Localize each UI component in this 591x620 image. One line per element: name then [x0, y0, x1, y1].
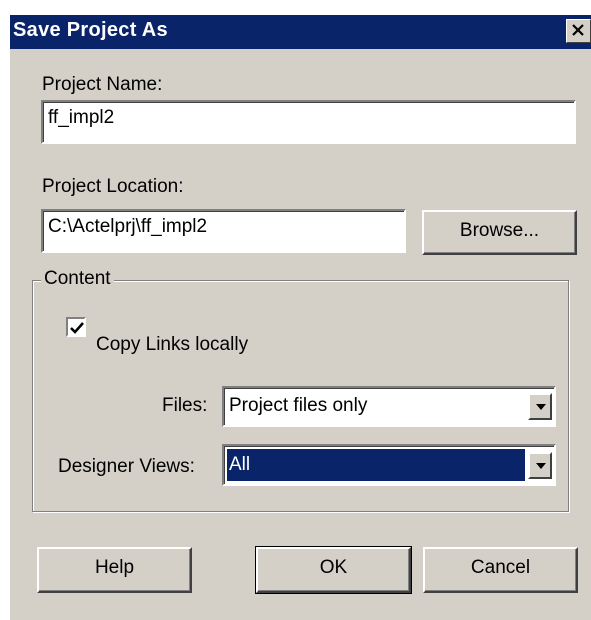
- browse-button-label: Browse...: [459, 220, 540, 241]
- selected-highlight: [227, 449, 525, 481]
- project-name-value: ff_impl2: [48, 107, 115, 128]
- designer-views-dropdown-button[interactable]: [528, 452, 552, 479]
- files-select[interactable]: Project files only: [222, 386, 556, 427]
- title-bar[interactable]: Save Project As: [10, 15, 591, 49]
- cancel-button[interactable]: Cancel: [423, 547, 578, 593]
- dialog-title: Save Project As: [13, 19, 168, 41]
- copy-links-checkbox[interactable]: [66, 317, 86, 337]
- checkmark-icon: [70, 322, 84, 334]
- designer-views-selected-value: All: [229, 454, 251, 475]
- browse-button[interactable]: Browse...: [422, 210, 577, 255]
- ok-button-label: OK: [319, 557, 348, 578]
- designer-views-select[interactable]: All: [222, 444, 556, 486]
- files-selected-value: Project files only: [229, 395, 368, 416]
- content-group-legend: Content: [41, 268, 114, 290]
- copy-links-label[interactable]: Copy Links locally: [96, 334, 248, 356]
- files-label: Files:: [162, 395, 208, 416]
- cancel-button-label: Cancel: [470, 557, 531, 578]
- chevron-down-icon: [536, 404, 546, 410]
- project-location-label: Project Location:: [42, 176, 184, 197]
- close-button[interactable]: [566, 19, 591, 43]
- project-location-value: C:\Actelprj\ff_impl2: [48, 216, 208, 237]
- ok-button[interactable]: OK: [255, 546, 412, 594]
- chevron-down-icon: [536, 463, 546, 469]
- files-dropdown-button[interactable]: [528, 393, 552, 420]
- project-name-input[interactable]: ff_impl2: [41, 100, 576, 144]
- project-name-label: Project Name:: [42, 74, 163, 95]
- designer-views-label: Designer Views:: [58, 456, 195, 477]
- close-icon: [572, 24, 584, 36]
- help-button[interactable]: Help: [37, 547, 192, 593]
- help-button-label: Help: [94, 557, 135, 578]
- project-location-input[interactable]: C:\Actelprj\ff_impl2: [41, 209, 406, 253]
